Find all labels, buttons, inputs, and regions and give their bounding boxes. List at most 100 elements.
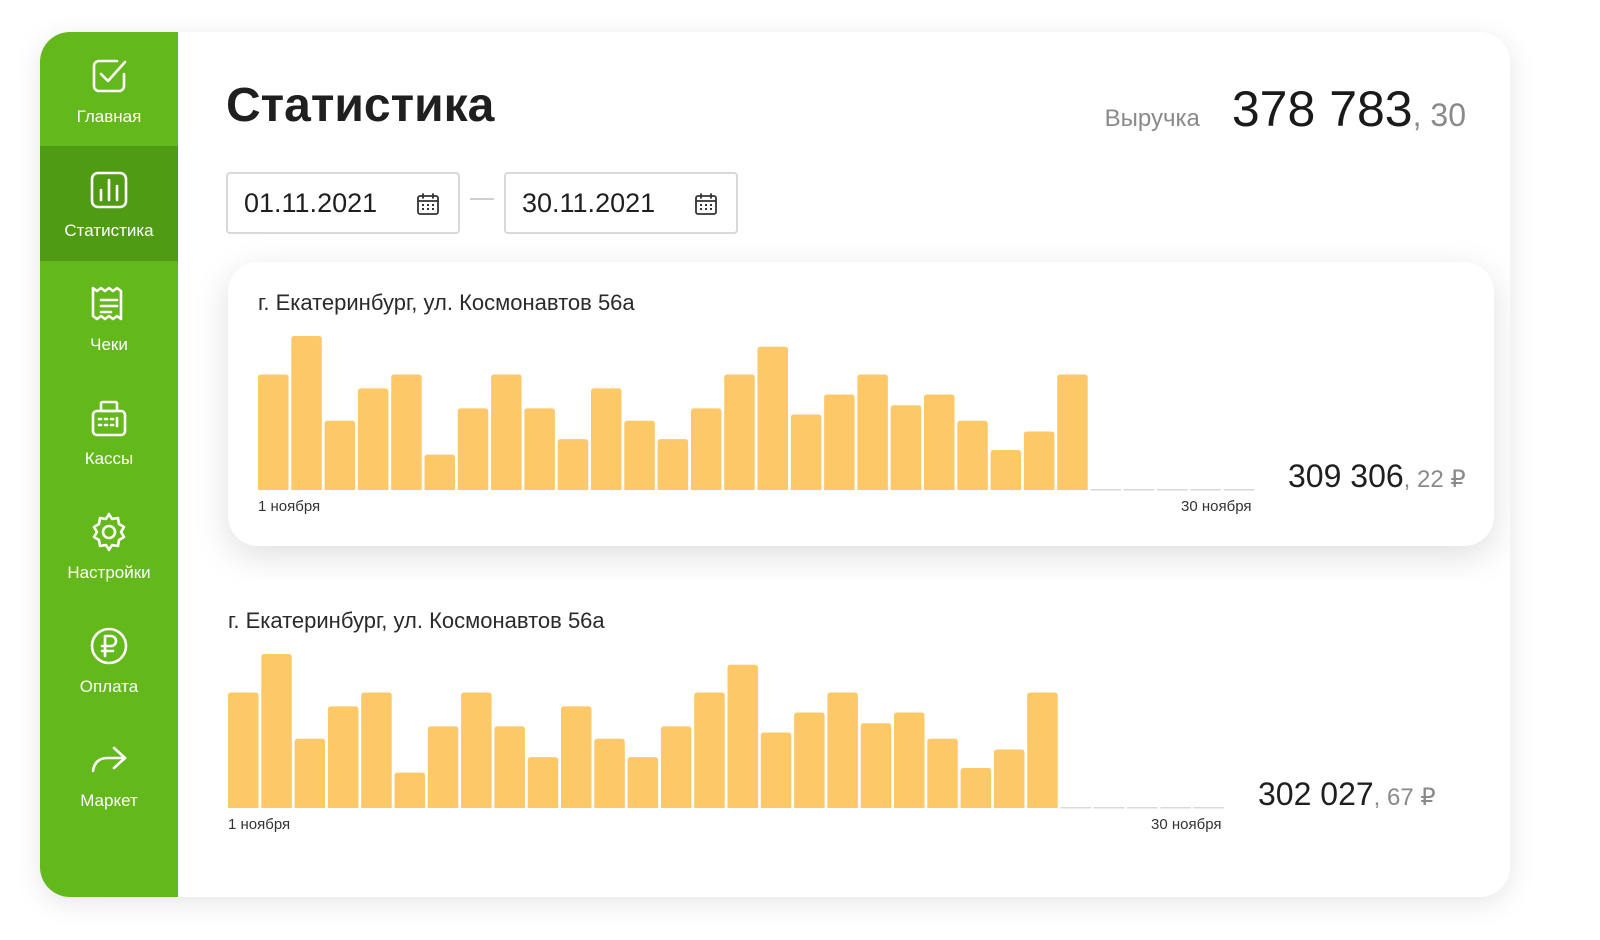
sidebar-item-registers[interactable]: Кассы xyxy=(40,374,178,489)
store-total-value: 302 027 xyxy=(1258,776,1374,812)
sidebar-item-label: Чеки xyxy=(90,335,128,354)
date-from-field[interactable] xyxy=(226,172,460,234)
chart-bar[interactable] xyxy=(624,420,655,490)
chart-bar[interactable] xyxy=(1027,692,1058,809)
store-total: 302 027 , 67 ₽ xyxy=(1258,776,1436,813)
chart-bar-empty xyxy=(1093,807,1125,809)
chart-bar-empty xyxy=(1157,489,1188,491)
sidebar-item-label: Кассы xyxy=(84,449,134,468)
page-title: Статистика xyxy=(226,79,495,132)
chart-bar[interactable] xyxy=(724,374,755,491)
daily-revenue-chart xyxy=(258,336,1255,491)
sidebar-item-home[interactable]: Главная xyxy=(40,32,178,147)
chart-bar[interactable] xyxy=(860,723,892,808)
axis-start-label: 1 ноября xyxy=(228,816,291,833)
chart-bar[interactable] xyxy=(957,420,988,490)
sidebar-item-payment[interactable]: Оплата xyxy=(40,602,178,717)
chart-bar-empty xyxy=(1123,489,1155,491)
chart-bar[interactable] xyxy=(1023,431,1055,490)
chart-bar[interactable] xyxy=(857,374,888,491)
axis-end-label: 30 ноября xyxy=(1181,498,1252,515)
chart-bar[interactable] xyxy=(790,414,822,490)
calendar-icon[interactable] xyxy=(694,192,718,216)
date-from-input[interactable] xyxy=(242,186,406,220)
chart-bar[interactable] xyxy=(394,772,426,808)
chart-bar[interactable] xyxy=(557,439,589,490)
sidebar-item-statistics[interactable]: Статистика xyxy=(40,146,178,261)
chart-bar[interactable] xyxy=(324,420,356,490)
store-total: 309 306 , 22 ₽ xyxy=(1288,458,1466,495)
date-to-input[interactable] xyxy=(520,186,684,220)
chart-bar[interactable] xyxy=(794,712,825,808)
chart-bar[interactable] xyxy=(261,654,292,808)
chart-bar[interactable] xyxy=(294,738,326,808)
chart-bar[interactable] xyxy=(690,408,722,490)
chart-bar[interactable] xyxy=(827,692,858,809)
chart-bar-empty xyxy=(1060,807,1091,809)
chart-bar[interactable] xyxy=(461,692,492,809)
chart-bar[interactable] xyxy=(990,449,1022,490)
chart-bar[interactable] xyxy=(591,388,622,490)
app-window: Главная Статистика Чеки Кассы Настройки … xyxy=(40,32,1510,897)
sidebar-item-settings[interactable]: Настройки xyxy=(40,488,178,603)
chart-bar[interactable] xyxy=(924,394,955,490)
chart-bar[interactable] xyxy=(424,454,456,490)
chart-bar-empty xyxy=(1160,807,1191,809)
chart-bar-empty xyxy=(1193,807,1225,809)
chart-bar[interactable] xyxy=(457,408,489,490)
chart-bar[interactable] xyxy=(1057,374,1088,491)
chart-bar[interactable] xyxy=(391,374,422,491)
chart-bar[interactable] xyxy=(993,749,1025,808)
store-total-cents: , 67 ₽ xyxy=(1373,784,1436,811)
chart-bar[interactable] xyxy=(228,692,259,809)
ruble-icon xyxy=(87,624,131,668)
date-to-field[interactable] xyxy=(504,172,738,234)
chart-bar[interactable] xyxy=(757,346,789,490)
chart-bar[interactable] xyxy=(660,726,692,808)
chart-bar[interactable] xyxy=(491,374,522,491)
sidebar-item-label: Оплата xyxy=(79,677,139,696)
sidebar-item-market[interactable]: Маркет xyxy=(40,716,178,831)
chart-bar[interactable] xyxy=(894,712,925,808)
gear-icon xyxy=(87,510,131,554)
chart-bar[interactable] xyxy=(327,706,359,808)
sidebar-item-receipts[interactable]: Чеки xyxy=(40,260,178,375)
chart-bar[interactable] xyxy=(494,726,525,808)
store-total-value: 309 306 xyxy=(1288,458,1404,494)
store-stats-card[interactable]: г. Екатеринбург, ул. Космонавтов 56а 1 н… xyxy=(228,262,1494,546)
chart-bar[interactable] xyxy=(291,336,322,490)
chart-bar[interactable] xyxy=(760,732,792,808)
daily-revenue-chart xyxy=(228,654,1225,809)
store-address: г. Екатеринбург, ул. Космонавтов 56а xyxy=(228,608,605,633)
revenue-label: Выручка xyxy=(1104,105,1200,132)
chart-bar[interactable] xyxy=(960,767,992,808)
bar-chart-icon xyxy=(87,168,131,212)
store-stats-card[interactable]: г. Екатеринбург, ул. Космонавтов 56а 1 н… xyxy=(228,580,1494,864)
sidebar: Главная Статистика Чеки Кассы Настройки … xyxy=(40,32,178,897)
calendar-icon[interactable] xyxy=(416,192,440,216)
chart-bar[interactable] xyxy=(890,405,922,490)
chart-bar[interactable] xyxy=(657,439,689,490)
chart-bar[interactable] xyxy=(627,757,659,808)
sidebar-item-label: Главная xyxy=(76,107,142,126)
chart-bar[interactable] xyxy=(427,726,459,808)
store-address: г. Екатеринбург, ул. Космонавтов 56а xyxy=(258,290,635,315)
chart-bar[interactable] xyxy=(727,664,759,808)
chart-bar[interactable] xyxy=(527,757,559,808)
chart-bar[interactable] xyxy=(357,388,389,490)
date-range-separator xyxy=(470,198,494,200)
revenue-cents: , 30 xyxy=(1412,97,1466,133)
chart-bar-empty xyxy=(1090,489,1121,491)
chart-bar[interactable] xyxy=(524,408,555,490)
chart-bar[interactable] xyxy=(927,738,958,808)
chart-bar[interactable] xyxy=(258,374,289,491)
chart-bar[interactable] xyxy=(561,706,592,808)
chart-bar[interactable] xyxy=(694,692,725,809)
cash-register-icon xyxy=(87,396,131,440)
chart-bar[interactable] xyxy=(594,738,625,808)
chart-bar[interactable] xyxy=(824,394,855,490)
sidebar-item-label: Статистика xyxy=(64,221,154,240)
chart-bar[interactable] xyxy=(361,692,392,809)
checkbox-icon xyxy=(87,54,131,98)
receipt-icon xyxy=(87,282,131,326)
